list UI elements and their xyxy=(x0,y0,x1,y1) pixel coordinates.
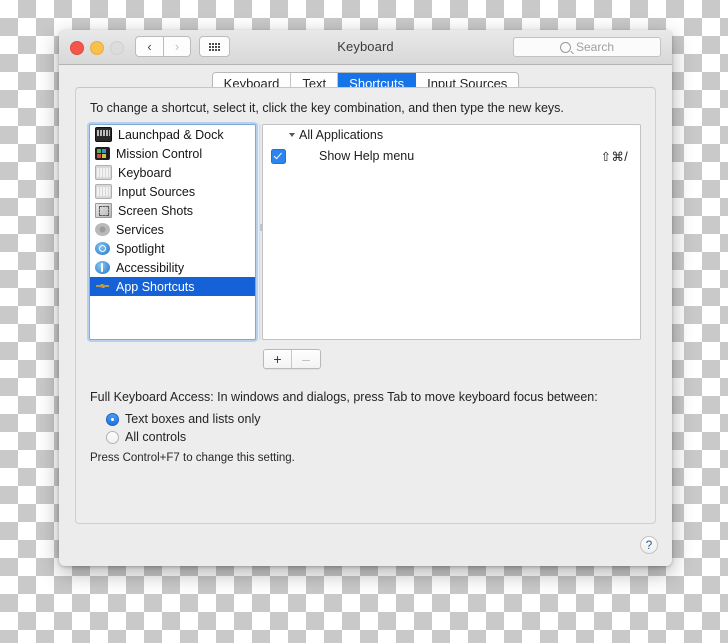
sidebar-item-app-shortcuts[interactable]: App Shortcuts xyxy=(90,277,255,296)
radio-label: Text boxes and lists only xyxy=(125,412,261,426)
instruction-text: To change a shortcut, select it, click t… xyxy=(90,101,564,115)
sidebar-item-spotlight[interactable]: Spotlight xyxy=(90,239,255,258)
category-label: App Shortcuts xyxy=(116,279,195,294)
mission-control-icon xyxy=(95,147,110,160)
shortcut-group-row[interactable]: All Applications xyxy=(263,125,640,145)
keyboard-icon xyxy=(95,165,112,180)
shortcuts-list[interactable]: All Applications Show Help menu ⇧⌘/ xyxy=(262,124,641,340)
search-input[interactable]: Search xyxy=(513,37,661,57)
category-label: Services xyxy=(116,222,164,237)
radio-text-boxes-and-lists-only[interactable]: Text boxes and lists only xyxy=(106,412,261,426)
sidebar-item-mission-control[interactable]: Mission Control xyxy=(90,144,255,163)
sidebar-item-accessibility[interactable]: Accessibility xyxy=(90,258,255,277)
radio-button-icon[interactable] xyxy=(106,430,119,444)
category-label: Mission Control xyxy=(116,146,203,161)
sidebar-item-input-sources[interactable]: Input Sources xyxy=(90,182,255,201)
accessibility-icon xyxy=(95,261,110,274)
input-sources-icon xyxy=(95,184,112,199)
search-placeholder: Search xyxy=(575,40,615,54)
table-row[interactable]: Show Help menu ⇧⌘/ xyxy=(263,145,640,167)
help-button[interactable]: ? xyxy=(640,536,658,554)
full-keyboard-access-label: Full Keyboard Access: In windows and dia… xyxy=(90,390,598,404)
category-label: Accessibility xyxy=(116,260,185,275)
sidebar-item-services[interactable]: Services xyxy=(90,220,255,239)
keyboard-preferences-window: ‹ › Keyboard Search Keyboard Text Shortc… xyxy=(59,30,672,566)
remove-shortcut-button[interactable]: – xyxy=(292,350,320,368)
services-gear-icon xyxy=(95,223,110,236)
add-shortcut-button[interactable]: + xyxy=(264,350,292,368)
category-label: Input Sources xyxy=(118,184,196,199)
chevron-down-icon[interactable] xyxy=(289,133,295,137)
add-remove-button-group: + – xyxy=(263,349,321,369)
shortcut-enabled-checkbox[interactable] xyxy=(271,148,286,164)
radio-label: All controls xyxy=(125,430,187,444)
category-label: Spotlight xyxy=(116,241,165,256)
search-icon xyxy=(559,41,571,53)
sidebar-item-launchpad-dock[interactable]: Launchpad & Dock xyxy=(90,125,255,144)
category-label: Launchpad & Dock xyxy=(118,127,224,142)
spotlight-icon xyxy=(95,242,110,255)
radio-all-controls[interactable]: All controls xyxy=(106,430,186,444)
shortcut-group-label: All Applications xyxy=(299,128,384,142)
radio-button-selected-icon[interactable] xyxy=(106,412,119,426)
shortcut-name-label: Show Help menu xyxy=(319,149,415,163)
category-label: Keyboard xyxy=(118,165,172,180)
category-label: Screen Shots xyxy=(118,203,194,218)
sidebar-item-screen-shots[interactable]: Screen Shots xyxy=(90,201,255,220)
shortcut-key-combination[interactable]: ⇧⌘/ xyxy=(601,149,628,164)
window-titlebar: ‹ › Keyboard Search xyxy=(59,30,672,65)
sidebar-item-keyboard[interactable]: Keyboard xyxy=(90,163,255,182)
launchpad-icon xyxy=(95,127,112,142)
shortcut-categories-list[interactable]: Launchpad & Dock Mission Control Keyboar… xyxy=(89,124,256,340)
app-shortcuts-icon xyxy=(95,280,110,293)
shortcuts-panel: To change a shortcut, select it, click t… xyxy=(75,87,656,524)
screenshot-icon xyxy=(95,203,112,218)
keyboard-access-hint: Press Control+F7 to change this setting. xyxy=(90,452,295,464)
